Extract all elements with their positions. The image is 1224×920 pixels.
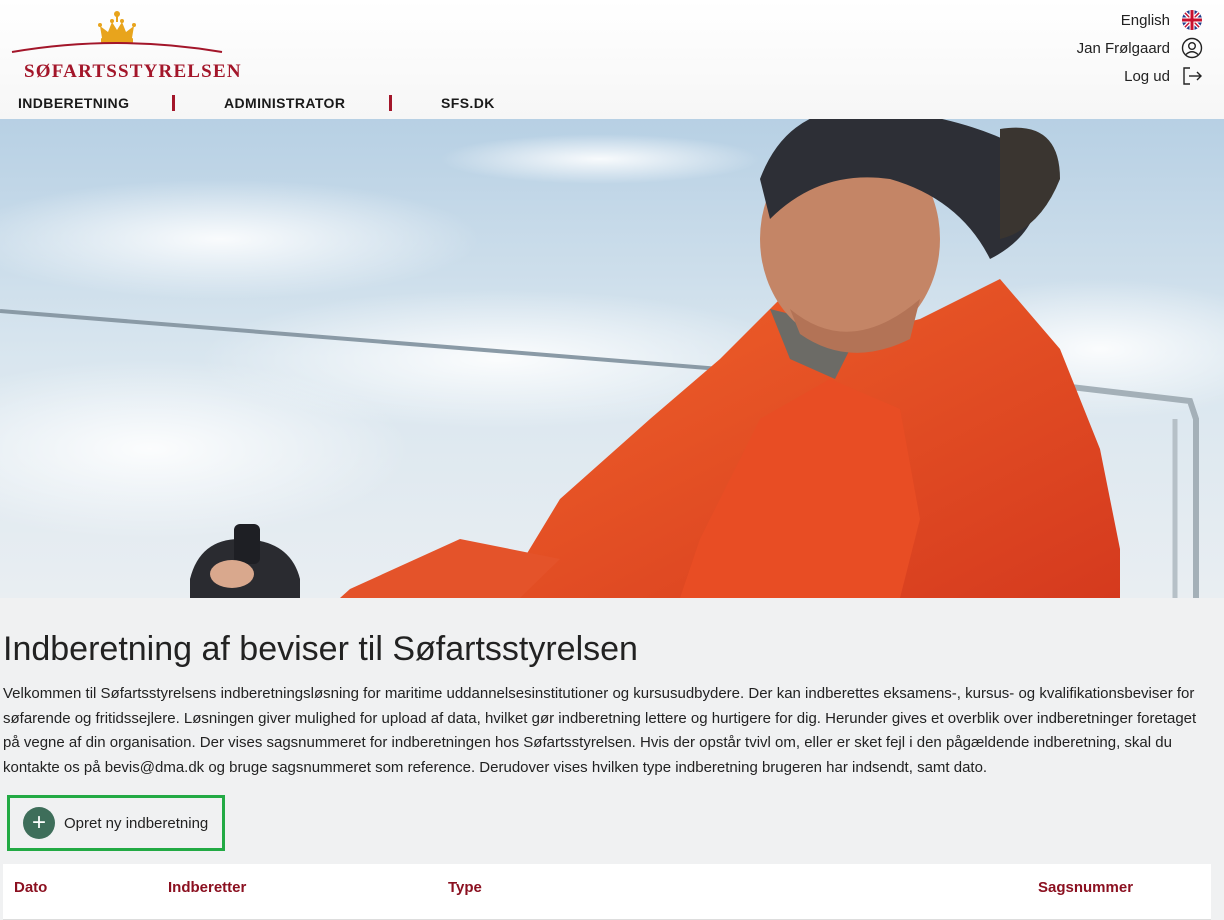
user-profile[interactable]: Jan Frølgaard xyxy=(964,34,1204,62)
nav-divider xyxy=(389,95,392,111)
reports-table: Dato Indberetter Type Sagsnummer xyxy=(3,864,1211,920)
create-report-label: Opret ny indberetning xyxy=(64,814,209,832)
site-header: SØFARTSSTYRELSEN English Jan Frølgaard L… xyxy=(0,0,1224,120)
page-title: Indberetning af beviser til Søfartsstyre… xyxy=(3,630,638,668)
plus-icon: + xyxy=(23,807,55,839)
language-label: English xyxy=(1120,11,1170,29)
user-name: Jan Frølgaard xyxy=(1076,39,1170,57)
logout-icon xyxy=(1180,64,1204,88)
user-circle-icon xyxy=(1180,36,1204,60)
hero-image xyxy=(0,119,1224,598)
nav-item-indberetning[interactable]: INDBERETNING xyxy=(18,95,129,111)
nav-item-sfs-dk[interactable]: SFS.DK xyxy=(441,95,495,111)
column-header-indberetter[interactable]: Indberetter xyxy=(168,879,246,896)
logout-link[interactable]: Log ud xyxy=(964,62,1204,90)
column-header-type[interactable]: Type xyxy=(448,879,482,896)
create-report-button[interactable]: + Opret ny indberetning xyxy=(7,795,225,851)
language-switch[interactable]: English xyxy=(964,6,1204,34)
user-menu: English Jan Frølgaard Log ud xyxy=(964,6,1204,90)
intro-text: Velkommen til Søfartsstyrelsens indberet… xyxy=(3,685,1197,776)
sofartsstyrelsen-logo[interactable]: SØFARTSSTYRELSEN xyxy=(10,8,241,84)
brand-wordmark: SØFARTSSTYRELSEN xyxy=(24,61,242,82)
uk-flag-icon xyxy=(1180,8,1204,32)
nav-item-administrator[interactable]: ADMINISTRATOR xyxy=(224,95,345,111)
logout-label: Log ud xyxy=(1124,67,1170,85)
nav-divider xyxy=(172,95,175,111)
column-header-sagsnummer[interactable]: Sagsnummer xyxy=(1038,879,1133,896)
column-header-dato[interactable]: Dato xyxy=(14,879,47,896)
